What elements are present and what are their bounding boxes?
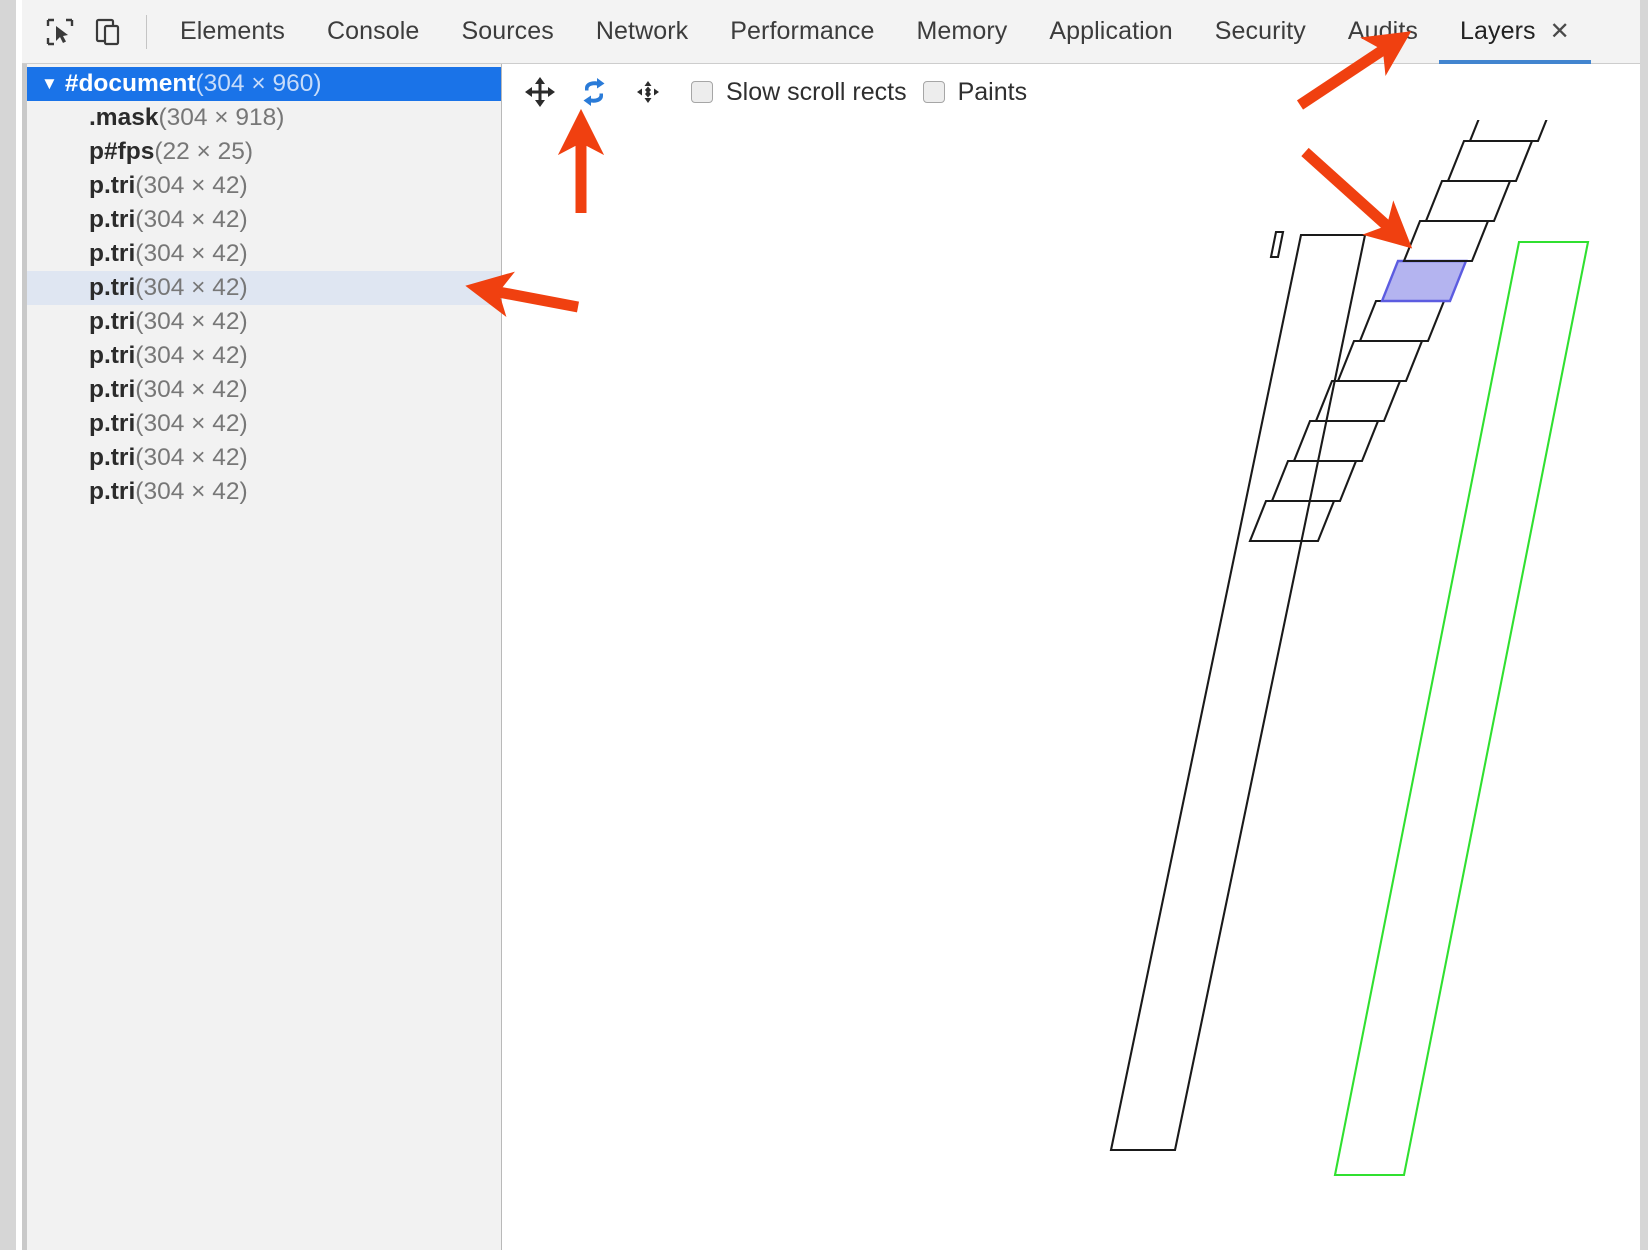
layer-node-dims: (304 × 42): [135, 410, 248, 437]
layer-quad-tri: [1446, 139, 1534, 183]
tab-label: Memory: [916, 17, 1008, 45]
tree-row-tri[interactable]: p.tri (304 × 42): [27, 169, 501, 203]
layer-node-name: p.tri: [89, 308, 136, 335]
tab-label: Elements: [180, 17, 286, 45]
checkbox-box[interactable]: [922, 81, 945, 103]
tree-row-tri[interactable]: p.tri (304 × 42): [27, 441, 501, 475]
tab-label: Layers: [1459, 17, 1536, 45]
toolbar-separator: [146, 14, 147, 49]
layer-quad-tri: [1292, 419, 1380, 463]
layer-quad-tri: [1248, 499, 1336, 543]
checkbox-label: Slow scroll rects: [726, 77, 907, 106]
tree-row-tri[interactable]: p.tri (304 × 42): [27, 305, 501, 339]
layer-node-dims: (304 × 42): [135, 478, 248, 505]
layers-view-toolbar: Slow scroll rects Paints: [503, 64, 1640, 120]
tree-row-tri[interactable]: p.tri (304 × 42): [27, 203, 501, 237]
slow-scroll-rects-checkbox[interactable]: Slow scroll rects: [691, 78, 907, 107]
devtools-tabbar: Elements Console Sources Network Perform…: [22, 0, 1640, 64]
layer-node-dims: (304 × 42): [135, 308, 248, 335]
tree-row-tri[interactable]: p.tri (304 × 42): [27, 339, 501, 373]
devtools-body: ▼ #document (304 × 960) .mask (304 × 918…: [22, 64, 1640, 1250]
layer-tree-list: ▼ #document (304 × 960) .mask (304 × 918…: [27, 64, 501, 509]
layer-node-name: .mask: [89, 104, 159, 131]
layer-node-name: p.tri: [89, 376, 136, 403]
layer-tree-panel: ▼ #document (304 × 960) .mask (304 × 918…: [22, 64, 502, 1250]
tree-row-fps[interactable]: p#fps (22 × 25): [27, 135, 501, 169]
layer-quad-tri-selected: [1380, 259, 1468, 303]
layer-quad-tri: [1402, 219, 1490, 263]
tab-sources[interactable]: Sources: [440, 0, 574, 64]
inspect-cursor-icon[interactable]: [36, 9, 84, 55]
tab-security[interactable]: Security: [1194, 0, 1327, 64]
layer-node-name: p.tri: [89, 478, 136, 505]
tab-application[interactable]: Application: [1028, 0, 1193, 64]
layer-quad-tri: [1358, 299, 1446, 343]
paints-checkbox[interactable]: Paints: [922, 77, 1028, 107]
tree-row-tri[interactable]: p.tri (304 × 42): [27, 407, 501, 441]
layer-node-dims: (304 × 42): [135, 376, 248, 403]
layer-node-name: p.tri: [89, 240, 136, 267]
layer-node-dims: (22 × 25): [154, 138, 254, 165]
layer-quad-tri: [1336, 339, 1424, 383]
layer-quad-fps: [1269, 230, 1285, 259]
tree-row-tri[interactable]: p.tri (304 × 42): [27, 237, 501, 271]
tab-network[interactable]: Network: [575, 0, 709, 64]
tab-memory[interactable]: Memory: [895, 0, 1028, 64]
tab-console[interactable]: Console: [306, 0, 440, 64]
layer-node-name: p.tri: [89, 342, 136, 369]
layer-quad-document: [1109, 233, 1367, 1152]
layer-node-dims: (304 × 42): [135, 342, 248, 369]
close-icon[interactable]: ✕: [1550, 19, 1570, 44]
checkbox-box[interactable]: [691, 81, 713, 103]
tab-elements[interactable]: Elements: [159, 0, 306, 64]
tab-layers[interactable]: Layers ✕: [1438, 0, 1591, 64]
layer-node-dims: (304 × 918): [158, 104, 285, 131]
tree-row-tri[interactable]: p.tri (304 × 42): [27, 475, 501, 509]
tree-row-tri[interactable]: p.tri (304 × 42): [27, 373, 501, 407]
rotate-mode-icon[interactable]: [567, 68, 621, 116]
pan-mode-icon[interactable]: [513, 68, 567, 116]
tab-label: Security: [1214, 17, 1306, 45]
tab-audits[interactable]: Audits: [1327, 0, 1439, 64]
active-tab-indicator: [1438, 59, 1591, 64]
layer-node-dims: (304 × 42): [135, 206, 248, 233]
tab-label: Performance: [730, 17, 875, 45]
layer-quad-tri: [1424, 179, 1512, 223]
layer-3d-canvas[interactable]: [503, 120, 1640, 1250]
checkbox-label: Paints: [957, 77, 1028, 106]
window-right-edge: [1640, 0, 1648, 1250]
layers-3d-panel: Slow scroll rects Paints: [503, 64, 1640, 1250]
layer-node-name: p#fps: [89, 138, 155, 165]
layer-node-dims: (304 × 42): [135, 240, 248, 267]
layer-node-dims: (304 × 42): [135, 444, 248, 471]
layer-node-dims: (304 × 42): [135, 172, 248, 199]
tab-label: Console: [327, 17, 420, 45]
reset-transform-icon[interactable]: [621, 68, 675, 116]
layer-node-name: p.tri: [89, 444, 136, 471]
tab-label: Audits: [1347, 17, 1418, 45]
tab-label: Network: [595, 17, 689, 45]
tree-row-mask[interactable]: .mask (304 × 918): [27, 101, 501, 135]
panel-tabs: Elements Console Sources Network Perform…: [159, 0, 1640, 64]
devtools-window: Elements Console Sources Network Perform…: [0, 0, 1648, 1250]
layer-node-name: p.tri: [89, 172, 136, 199]
tab-performance[interactable]: Performance: [709, 0, 895, 64]
layer-node-name: p.tri: [89, 206, 136, 233]
layer-node-name: p.tri: [89, 410, 136, 437]
tree-row-tri-selected[interactable]: p.tri (304 × 42): [27, 271, 501, 305]
tab-label: Application: [1049, 17, 1173, 45]
device-toolbar-icon[interactable]: [84, 9, 132, 55]
tree-row-document[interactable]: ▼ #document (304 × 960): [27, 67, 501, 101]
layer-node-name: p.tri: [89, 274, 136, 301]
window-left-edge: [0, 0, 16, 1250]
layer-node-dims: (304 × 42): [135, 274, 248, 301]
chevron-down-icon[interactable]: ▼: [41, 75, 58, 92]
layer-node-dims: (304 × 960): [195, 70, 322, 97]
layer-quad-tri: [1468, 120, 1548, 143]
tab-label: Sources: [461, 17, 554, 45]
layer-node-name: #document: [64, 70, 196, 97]
